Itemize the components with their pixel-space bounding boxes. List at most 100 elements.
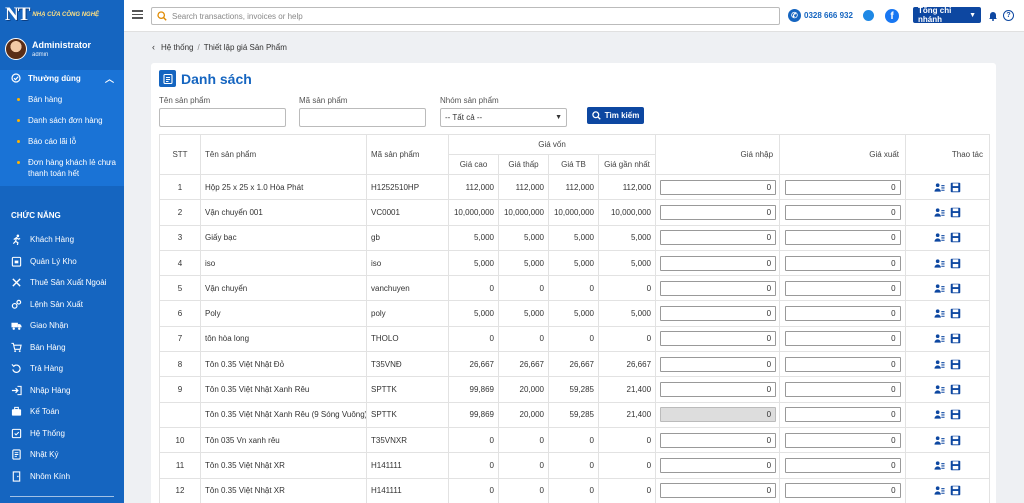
frequent-group-header[interactable]: Thường dùng ︿ (0, 70, 124, 86)
price-detail-icon[interactable] (934, 384, 945, 395)
export-price-input[interactable] (784, 179, 901, 195)
sidebar-item-outsourcing[interactable]: Thuê Sản Xuất Ngoài (0, 272, 124, 294)
price-detail-icon[interactable] (934, 435, 945, 446)
save-icon[interactable] (950, 182, 961, 193)
export-price-input[interactable] (784, 204, 901, 220)
save-icon[interactable] (950, 359, 961, 370)
help-icon[interactable]: ? (1003, 10, 1014, 21)
export-price-input[interactable] (784, 331, 901, 347)
export-price-input[interactable] (784, 306, 901, 322)
sidebar-item-returns[interactable]: Trả Hàng (0, 358, 124, 380)
cell-cost-high: 10,000,000 (448, 199, 499, 226)
page-title: Danh sách (181, 70, 252, 87)
import-price-input[interactable] (660, 483, 777, 499)
price-detail-icon[interactable] (934, 460, 945, 471)
save-icon[interactable] (950, 308, 961, 319)
import-price-input[interactable] (660, 331, 777, 347)
save-icon[interactable] (950, 384, 961, 395)
price-detail-icon[interactable] (934, 182, 945, 193)
cell-name: Tôn 0.35 Việt Nhật XR (200, 452, 367, 479)
sidebar-item-import[interactable]: Nhập Hàng (0, 380, 124, 402)
import-price-input[interactable] (660, 382, 777, 398)
price-detail-icon[interactable] (934, 283, 945, 294)
price-detail-icon[interactable] (934, 409, 945, 420)
export-price-input[interactable] (784, 230, 901, 246)
import-price-input[interactable] (660, 230, 777, 246)
search-input[interactable] (172, 11, 752, 21)
cell-cost-high: 26,667 (448, 351, 499, 378)
import-price-input[interactable] (660, 356, 777, 372)
sidebar-item-label: Nhật Ký (30, 450, 59, 460)
sidebar-sub-item-sales[interactable]: Bán hàng (0, 94, 124, 105)
export-price-input[interactable] (784, 255, 901, 271)
product-name-label: Tên sản phẩm (159, 96, 211, 105)
sidebar-item-accounting[interactable]: Kế Toán (0, 401, 124, 423)
sidebar-sub-item-unpaid[interactable]: Đơn hàng khách lẻ chưa thanh toán hết (0, 157, 124, 179)
save-icon[interactable] (950, 283, 961, 294)
cell-cost-avg: 0 (548, 426, 599, 454)
chat-icon[interactable] (863, 10, 874, 21)
product-code-input[interactable] (299, 108, 426, 127)
price-detail-icon[interactable] (934, 207, 945, 218)
import-price-input[interactable] (660, 179, 777, 195)
export-price-input[interactable] (784, 407, 901, 423)
export-price-input[interactable] (784, 382, 901, 398)
cart-icon (10, 341, 22, 353)
export-price-input[interactable] (784, 356, 901, 372)
sidebar-item-system[interactable]: Hệ Thống (0, 423, 124, 445)
sidebar-item-sales[interactable]: Bán Hàng (0, 337, 124, 359)
export-price-input[interactable] (784, 432, 901, 448)
bell-icon[interactable] (988, 10, 998, 21)
topbar: ✆ 0328 666 932 f Tổng chi nhánh ▼ ? (124, 0, 1024, 32)
save-icon[interactable] (950, 460, 961, 471)
save-icon[interactable] (950, 333, 961, 344)
save-icon[interactable] (950, 207, 961, 218)
user-profile[interactable]: Administrator admin (5, 38, 91, 60)
price-detail-icon[interactable] (934, 232, 945, 243)
sidebar-item-warehouse[interactable]: Quản Lý Kho (0, 251, 124, 273)
search-button[interactable]: Tìm kiếm (587, 107, 644, 124)
price-detail-icon[interactable] (934, 333, 945, 344)
import-price-input[interactable] (660, 255, 777, 271)
price-detail-icon[interactable] (934, 308, 945, 319)
sidebar-item-production[interactable]: Lệnh Sản Xuất (0, 294, 124, 316)
sidebar-item-aluminium[interactable]: Nhôm Kính (0, 466, 124, 488)
product-name-input[interactable] (159, 108, 286, 127)
export-price-input[interactable] (784, 280, 901, 296)
back-icon[interactable]: ‹ (152, 42, 155, 52)
sidebar-item-log[interactable]: Nhật Ký (0, 444, 124, 466)
header-cost-recent: Giá gần nhất (597, 154, 657, 175)
cell-import-price (655, 199, 781, 226)
cell-name: Tôn 0.35 Việt Nhật Xanh Rêu (9 Sóng Vuôn… (200, 401, 367, 428)
export-price-input[interactable] (784, 483, 901, 499)
price-detail-icon[interactable] (934, 359, 945, 370)
save-icon[interactable] (950, 485, 961, 496)
hotline[interactable]: ✆ 0328 666 932 (788, 9, 853, 22)
import-price-input[interactable] (660, 306, 777, 322)
save-icon[interactable] (950, 232, 961, 243)
price-detail-icon[interactable] (934, 258, 945, 269)
save-icon[interactable] (950, 435, 961, 446)
save-icon[interactable] (950, 258, 961, 269)
save-icon[interactable] (950, 409, 961, 420)
import-price-input[interactable] (660, 280, 777, 296)
import-price-input[interactable] (660, 432, 777, 448)
sidebar-sub-item-profit[interactable]: Báo cáo lãi lỗ (0, 136, 124, 147)
cell-import-price (655, 275, 781, 302)
price-detail-icon[interactable] (934, 485, 945, 496)
product-group-select[interactable]: -- Tất cả -- ▼ (440, 108, 567, 127)
list-card: Danh sách Tên sản phẩm Mã sản phẩm Nhóm … (151, 63, 996, 503)
import-price-input[interactable] (660, 204, 777, 220)
sidebar-item-customers[interactable]: Khách Hàng (0, 229, 124, 251)
export-price-input[interactable] (784, 457, 901, 473)
breadcrumb-parent[interactable]: Hệ thống (161, 43, 193, 52)
sidebar-item-delivery[interactable]: Giao Nhận (0, 315, 124, 337)
cell-stt: 12 (159, 477, 201, 503)
app-logo[interactable]: NT NHẠ CỬA CÔNG NGHỆ (5, 4, 99, 26)
sidebar-sub-item-orders[interactable]: Danh sách đơn hàng (0, 115, 124, 126)
facebook-icon[interactable]: f (885, 9, 899, 23)
branch-select[interactable]: Tổng chi nhánh ▼ (913, 6, 981, 24)
cell-import-price (655, 173, 781, 201)
menu-toggle-icon[interactable] (132, 10, 143, 19)
import-price-input[interactable] (660, 457, 777, 473)
